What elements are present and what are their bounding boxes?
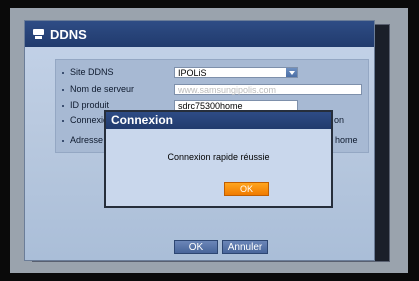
address-value: home — [335, 135, 358, 145]
dialog-message: Connexion rapide réussie — [167, 152, 270, 162]
window-titlebar: DDNS — [25, 21, 374, 47]
product-id-label: ID produit — [70, 100, 110, 110]
row-address: Adresse — [62, 135, 103, 145]
ok-button[interactable]: OK — [174, 240, 218, 254]
dialog-ok-button[interactable]: OK — [224, 182, 269, 196]
row-product-id: ID produit — [62, 100, 109, 110]
address-label: Adresse — [70, 135, 104, 145]
site-ddns-label: Site DDNS — [70, 67, 114, 77]
server-name-input[interactable]: www.samsungipolis.com — [174, 84, 362, 95]
bullet-icon — [62, 71, 64, 74]
bullet-icon — [62, 88, 64, 91]
site-ddns-value: IPOLiS — [178, 68, 207, 78]
window-title: DDNS — [50, 26, 87, 42]
row-site-ddns: Site DDNS — [62, 67, 114, 77]
connection-dialog: Connexion Connexion rapide réussie OK — [104, 110, 333, 208]
server-name-label: Nom de serveur — [70, 84, 135, 94]
bullet-icon — [62, 104, 64, 107]
monitor-icon — [33, 29, 45, 39]
chevron-down-icon[interactable] — [286, 68, 297, 77]
bullet-icon — [62, 139, 64, 142]
site-ddns-select[interactable]: IPOLiS — [174, 67, 298, 78]
bullet-icon — [62, 119, 64, 122]
quick-connect-value: on — [334, 115, 345, 125]
server-name-placeholder: www.samsungipolis.com — [178, 85, 277, 95]
cancel-button[interactable]: Annuler — [222, 240, 268, 254]
dialog-title: Connexion — [106, 112, 331, 129]
row-server-name: Nom de serveur — [62, 84, 134, 94]
